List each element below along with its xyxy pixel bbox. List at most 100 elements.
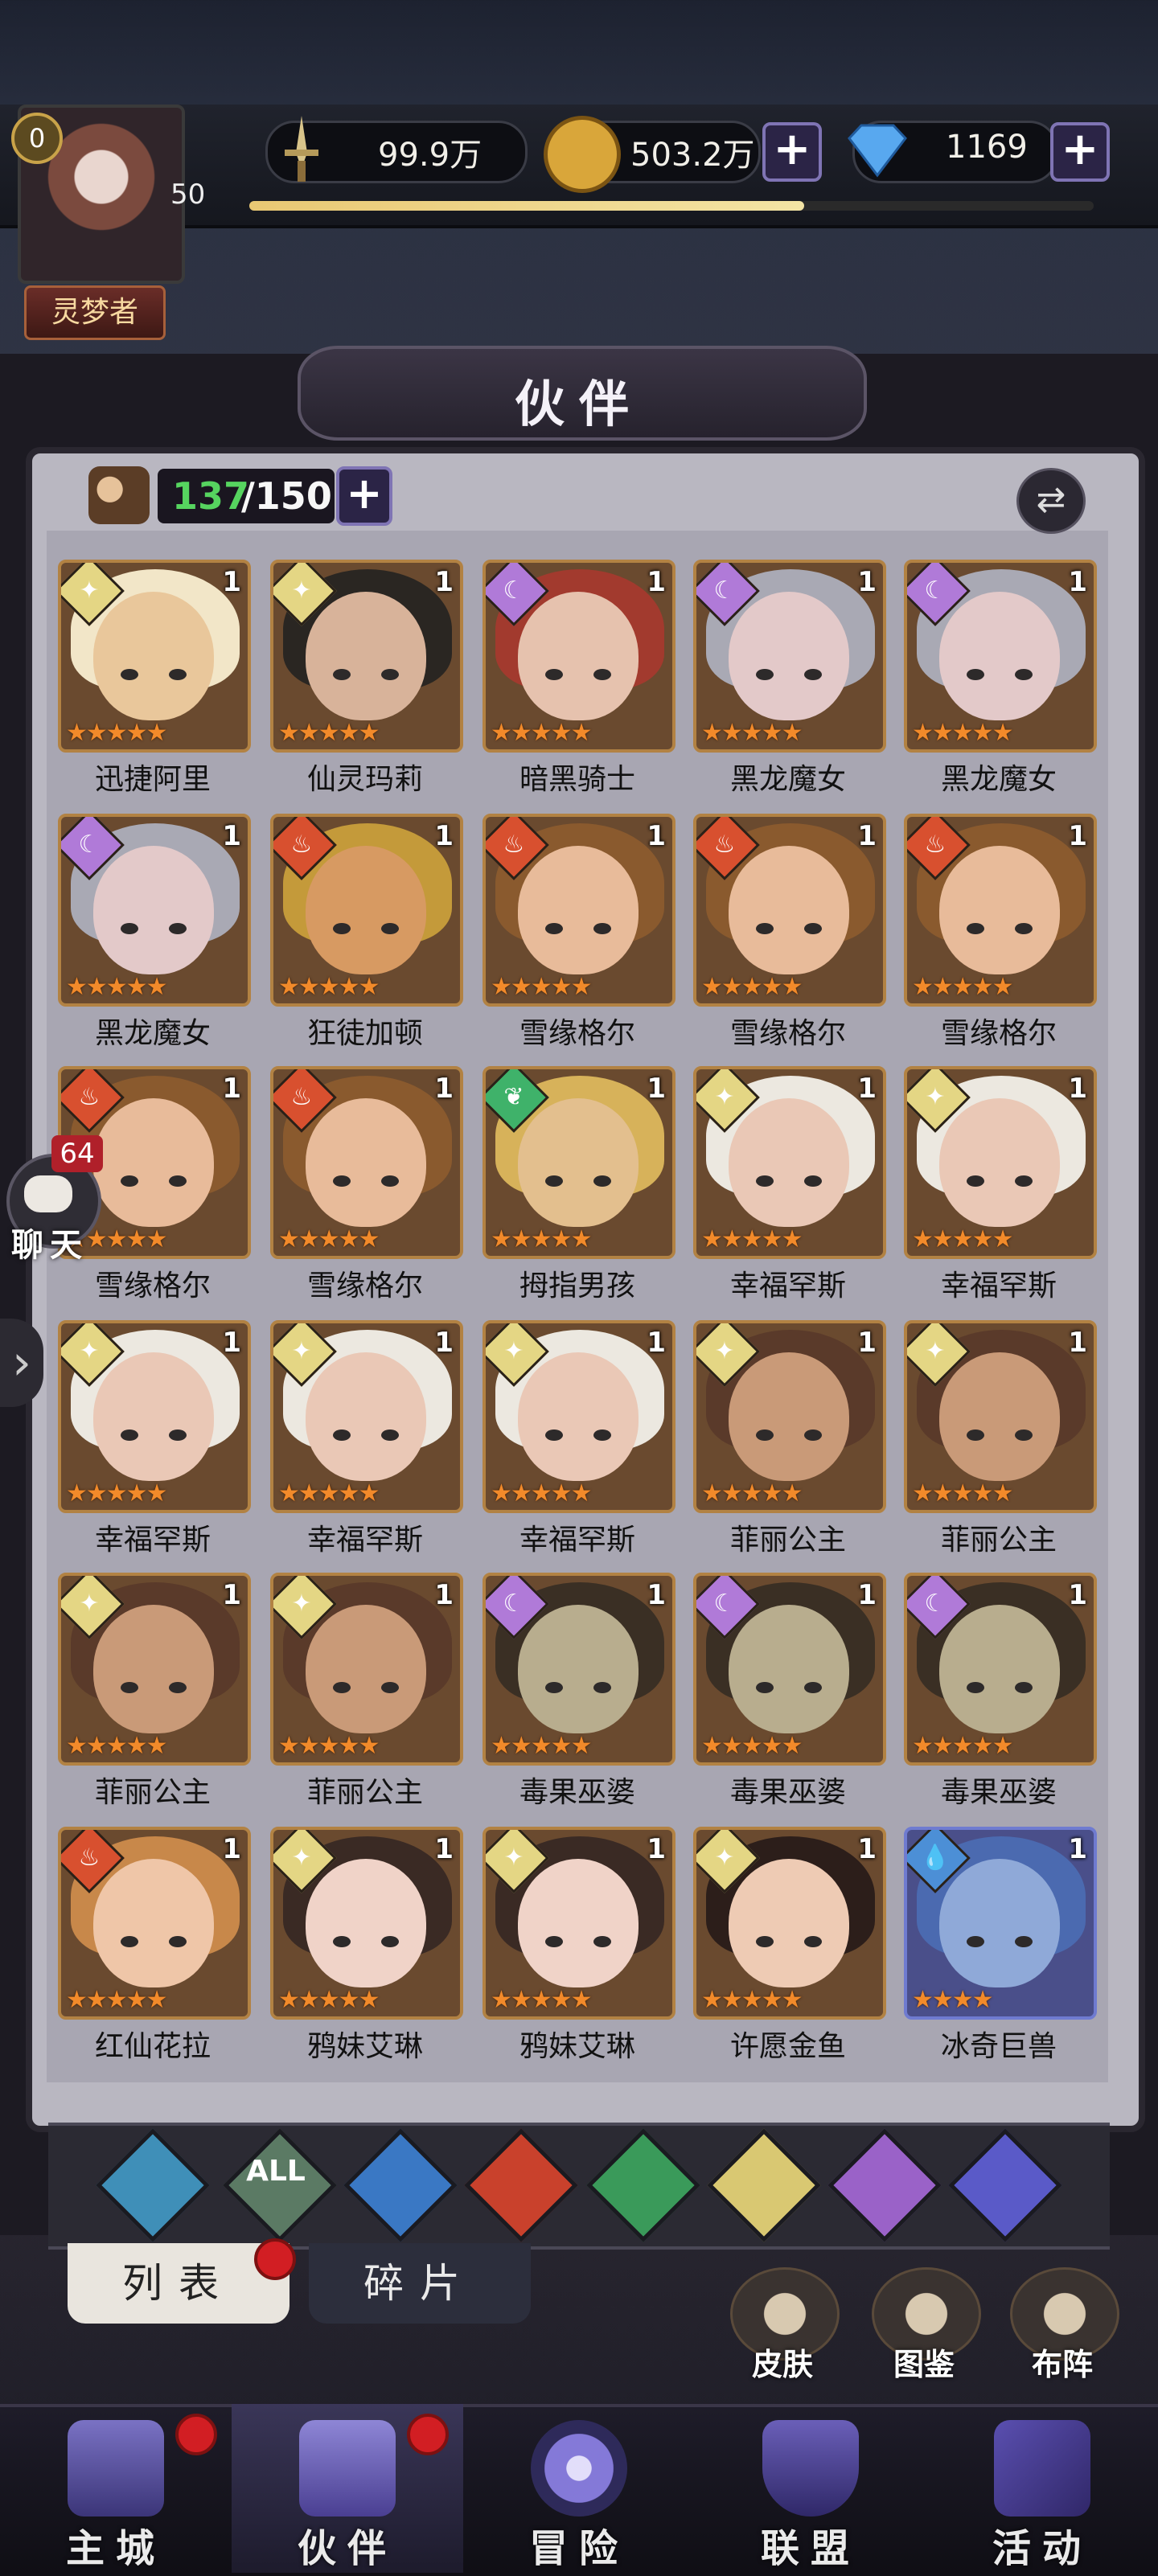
hero-portrait: ✦ 1 ★★★★★ (58, 1320, 251, 1513)
hero-stars: ★★★★★ (491, 719, 592, 747)
nav-alliance[interactable]: 联盟 (695, 2404, 926, 2573)
hero-card[interactable]: ❦ 1 ★★★★★ 拇指男孩 (482, 1066, 676, 1307)
hero-level: 1 (222, 566, 241, 598)
roster-expand-button[interactable]: + (336, 466, 392, 526)
hero-card[interactable]: ✦ 1 ★★★★★ 幸福罕斯 (693, 1066, 886, 1307)
nav-event-label: 活动 (992, 2526, 1092, 2571)
hero-card[interactable]: ♨ 1 ★★★★★ 红仙花拉 (58, 1827, 251, 2068)
hero-portrait: 💧 1 ★★★★ (904, 1827, 1097, 2020)
hero-level: 1 (857, 1327, 877, 1359)
hero-level: 1 (647, 1073, 666, 1105)
hero-eye (121, 1936, 138, 1947)
hero-level: 1 (647, 1579, 666, 1611)
element-symbol-icon: ♨ (290, 1083, 313, 1111)
hero-card[interactable]: ✦ 1 ★★★★★ 鸦妹艾琳 (270, 1827, 463, 2068)
hero-eye (333, 1175, 351, 1187)
hero-card[interactable]: ♨ 1 ★★★★★ 雪缘格尔 (270, 1066, 463, 1307)
hero-name: 幸福罕斯 (519, 1524, 635, 1557)
hero-level: 1 (434, 566, 454, 598)
hero-card[interactable]: ✦ 1 ★★★★★ 幸福罕斯 (58, 1320, 251, 1561)
hero-name: 幸福罕斯 (940, 1270, 1057, 1302)
hero-card[interactable]: ☾ 1 ★★★★★ 黑龙魔女 (904, 560, 1097, 801)
hero-card[interactable]: ✦ 1 ★★★★★ 许愿金鱼 (693, 1827, 886, 2068)
hero-name: 冰奇巨兽 (940, 2030, 1057, 2063)
hero-portrait: ☾ 1 ★★★★★ (904, 560, 1097, 753)
hero-card[interactable]: ♨ 1 ★★★★★ 狂徒加顿 (270, 814, 463, 1055)
hero-eye (381, 1682, 399, 1693)
player-level: 50 (170, 178, 206, 211)
hero-level: 1 (647, 566, 666, 598)
hero-portrait: ☾ 1 ★★★★★ (904, 1573, 1097, 1766)
hero-name: 黑龙魔女 (940, 763, 1057, 796)
panel-title: 伙伴 (514, 375, 643, 433)
hero-stars: ★★★★★ (491, 973, 592, 1001)
hero-eye (593, 1175, 611, 1187)
compass-icon (531, 2420, 627, 2517)
hero-card[interactable]: 💧 1 ★★★★ 冰奇巨兽 (904, 1827, 1097, 2068)
hero-card[interactable]: ✦ 1 ★★★★★ 菲丽公主 (270, 1573, 463, 1814)
nav-partner[interactable]: 伙伴 (232, 2404, 463, 2573)
nav-event[interactable]: 活动 (926, 2404, 1158, 2573)
hero-card[interactable]: ♨ 1 ★★★★★ 雪缘格尔 (693, 814, 886, 1055)
hero-stars: ★★★★★ (278, 1225, 380, 1253)
hero-name: 迅捷阿里 (94, 763, 211, 796)
filter-label: ALL (246, 2155, 306, 2188)
hero-card[interactable]: ✦ 1 ★★★★★ 仙灵玛莉 (270, 560, 463, 801)
hero-eye (593, 923, 611, 934)
chat-label: 聊天 (11, 1227, 88, 1264)
nav-adventure[interactable]: 冒险 (463, 2404, 695, 2573)
hero-eye (1015, 1682, 1033, 1693)
hero-portrait: ♨ 1 ★★★★★ (904, 814, 1097, 1007)
hero-card[interactable]: ✦ 1 ★★★★★ 鸦妹艾琳 (482, 1827, 676, 2068)
hero-eye (1015, 1430, 1033, 1441)
hero-card[interactable]: ☾ 1 ★★★★★ 暗黑骑士 (482, 560, 676, 801)
hero-card[interactable]: ✦ 1 ★★★★★ 幸福罕斯 (482, 1320, 676, 1561)
hero-card[interactable]: ✦ 1 ★★★★★ 菲丽公主 (693, 1320, 886, 1561)
roster-max: /150 (241, 474, 332, 518)
tab-fragments[interactable]: 碎片 (309, 2243, 531, 2324)
hero-eye (121, 1430, 138, 1441)
hero-eye (1015, 923, 1033, 934)
hero-card[interactable]: ✦ 1 ★★★★★ 菲丽公主 (904, 1320, 1097, 1561)
hero-portrait: ☾ 1 ★★★★★ (482, 1573, 676, 1766)
nav-city[interactable]: 主城 (0, 2404, 232, 2573)
hero-eye (756, 669, 774, 680)
hero-card[interactable]: ☾ 1 ★★★★★ 毒果巫婆 (482, 1573, 676, 1814)
element-symbol-icon: ♨ (78, 1083, 101, 1111)
hero-card[interactable]: ✦ 1 ★★★★★ 幸福罕斯 (270, 1320, 463, 1561)
gem-value: 1169 (946, 129, 1028, 166)
gold-add-button[interactable]: + (762, 122, 822, 182)
player-title-badge[interactable]: 灵梦者 (24, 285, 166, 340)
hero-card[interactable]: ☾ 1 ★★★★★ 毒果巫婆 (693, 1573, 886, 1814)
formation-label: 布阵 (1031, 2347, 1093, 2382)
hero-portrait: ☾ 1 ★★★★★ (693, 1573, 886, 1766)
expand-arrow-icon[interactable]: › (0, 1319, 43, 1407)
hero-card[interactable]: ♨ 1 ★★★★★ 雪缘格尔 (904, 814, 1097, 1055)
hero-stars: ★★★★★ (701, 719, 803, 747)
hero-card[interactable]: ✦ 1 ★★★★★ 幸福罕斯 (904, 1066, 1097, 1307)
hero-card[interactable]: ☾ 1 ★★★★★ 毒果巫婆 (904, 1573, 1097, 1814)
hero-card[interactable]: ✦ 1 ★★★★★ 迅捷阿里 (58, 560, 251, 801)
element-symbol-icon: ✦ (291, 1337, 312, 1365)
hero-stars: ★★★★★ (912, 1479, 1013, 1507)
hero-stars: ★★★★★ (701, 1732, 803, 1760)
hero-eye (756, 1430, 774, 1441)
hero-stars: ★★★★★ (278, 1732, 380, 1760)
gem-add-button[interactable]: + (1050, 122, 1110, 182)
sort-toggle-button[interactable]: ⇄ (1016, 468, 1086, 534)
hero-eye (381, 1430, 399, 1441)
hero-card[interactable]: ☾ 1 ★★★★★ 黑龙魔女 (693, 560, 886, 801)
hero-card[interactable]: ✦ 1 ★★★★★ 菲丽公主 (58, 1573, 251, 1814)
hero-card[interactable]: ☾ 1 ★★★★★ 黑龙魔女 (58, 814, 251, 1055)
hero-eye (545, 1682, 563, 1693)
hero-portrait: ♨ 1 ★★★★★ (270, 814, 463, 1007)
hero-stars: ★★★★★ (701, 1225, 803, 1253)
hero-level: 1 (647, 1327, 666, 1359)
hero-portrait: ♨ 1 ★★★★★ (58, 1827, 251, 2020)
hero-card[interactable]: ♨ 1 ★★★★★ 雪缘格尔 (482, 814, 676, 1055)
hero-name: 毒果巫婆 (940, 1776, 1057, 1809)
hero-stars: ★★★★★ (912, 973, 1013, 1001)
chat-bubble-icon (24, 1175, 72, 1212)
hero-stars: ★★★★★ (491, 1732, 592, 1760)
element-symbol-icon: ✦ (503, 1337, 524, 1365)
